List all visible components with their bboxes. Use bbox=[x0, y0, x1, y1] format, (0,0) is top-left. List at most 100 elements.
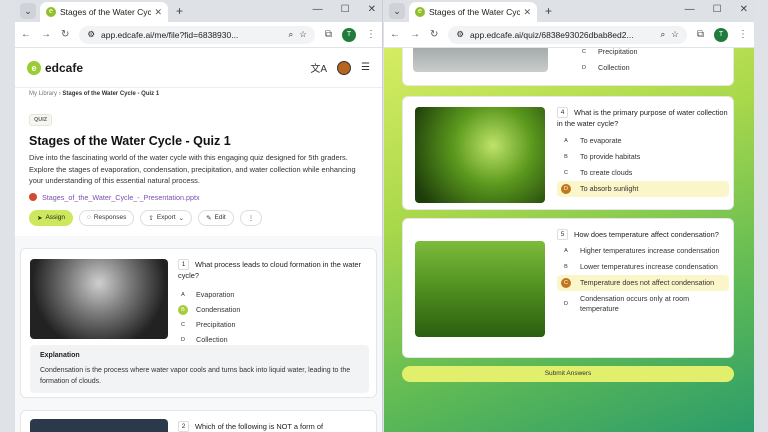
reload-icon[interactable]: ↻ bbox=[61, 29, 69, 40]
pencil-icon: ✎ bbox=[206, 214, 212, 222]
url-text: app.edcafe.ai/me/file?fid=6838930... bbox=[101, 29, 239, 40]
explanation-text: Condensation is the process where water … bbox=[40, 367, 351, 385]
page-title: Stages of the Water Cycle - Quiz 1 bbox=[29, 134, 231, 148]
browser-tab[interactable]: e Stages of the Water Cycle - Quiz ✕ bbox=[409, 2, 537, 22]
option-c[interactable]: C Precipitation bbox=[178, 317, 373, 332]
new-tab-icon[interactable]: + bbox=[176, 4, 183, 18]
search-icon[interactable]: ⌕ bbox=[660, 29, 665, 40]
minimize-icon[interactable]: — bbox=[685, 4, 695, 15]
submit-answers-button[interactable]: Submit Answers bbox=[402, 366, 734, 382]
address-bar: ← → ↻ ⚙ app.edcafe.ai/me/file?fid=683893… bbox=[15, 22, 382, 48]
edit-button[interactable]: ✎ Edit bbox=[198, 209, 234, 226]
option-a[interactable]: A Evaporation bbox=[178, 287, 373, 302]
explanation-title: Explanation bbox=[40, 352, 80, 359]
tab-search-button[interactable]: ⌄ bbox=[389, 3, 405, 19]
bookmark-star-icon[interactable]: ☆ bbox=[299, 29, 307, 40]
tab-title: Stages of the Water Cycle - Quiz bbox=[429, 7, 521, 17]
question-3-photo bbox=[413, 48, 548, 72]
url-field[interactable]: ⚙ app.edcafe.ai/quiz/6838e93026dbab8ed2.… bbox=[448, 25, 687, 44]
options-list: A Evaporation B Condensation C Precipitatio… bbox=[178, 287, 373, 347]
option-d[interactable]: D Condensation occurs only at room temper… bbox=[557, 291, 729, 317]
pptx-icon bbox=[29, 193, 37, 201]
question-card-4: 4 What is the primary purpose of water co… bbox=[402, 96, 734, 210]
question-number: 1 bbox=[178, 259, 189, 270]
edcafe-logo[interactable]: e edcafe bbox=[27, 60, 84, 75]
options-list: A Higher temperatures increase condensati… bbox=[557, 243, 729, 317]
chevron-down-icon: ⌄ bbox=[178, 214, 185, 222]
close-window-icon[interactable]: ✕ bbox=[740, 4, 748, 15]
option-b[interactable]: B Condensation bbox=[178, 302, 373, 317]
tab-bar: ⌄ e Stages of the Water Cycle - Quiz ✕ +… bbox=[384, 0, 754, 22]
logo-mark-icon: e bbox=[27, 60, 41, 75]
option-d[interactable]: D To absorb sunlight bbox=[557, 181, 729, 197]
maximize-icon[interactable]: ☐ bbox=[713, 4, 722, 15]
question-card-3: C Precipitation D Collection bbox=[402, 48, 734, 86]
tab-title: Stages of the Water Cycle - Quiz bbox=[60, 7, 152, 17]
attached-file[interactable]: Stages_of_the_Water_Cycle_-_Presentation… bbox=[29, 193, 368, 202]
assign-button[interactable]: ➤ Assign bbox=[29, 209, 73, 226]
back-icon[interactable]: ← bbox=[390, 29, 400, 40]
url-field[interactable]: ⚙ app.edcafe.ai/me/file?fid=6838930... ⌕… bbox=[79, 25, 315, 44]
option-a[interactable]: A Higher temperatures increase condensati… bbox=[557, 243, 729, 259]
new-tab-icon[interactable]: + bbox=[545, 4, 552, 18]
browser-tab[interactable]: e Stages of the Water Cycle - Quiz ✕ bbox=[40, 2, 168, 22]
close-window-icon[interactable]: ✕ bbox=[368, 4, 376, 15]
explanation-box: Explanation Condensation is the process … bbox=[30, 345, 369, 393]
option-d[interactable]: D Collection bbox=[575, 60, 725, 76]
window-controls: — ☐ ✕ bbox=[685, 4, 748, 15]
option-c[interactable]: C To create clouds bbox=[557, 165, 729, 181]
option-a[interactable]: A To evaporate bbox=[557, 133, 729, 149]
reload-icon[interactable]: ↻ bbox=[430, 29, 438, 40]
maximize-icon[interactable]: ☐ bbox=[341, 4, 350, 15]
chat-icon: ◌ bbox=[86, 214, 91, 221]
close-tab-icon[interactable]: ✕ bbox=[523, 7, 531, 18]
hamburger-menu-icon[interactable]: ☰ bbox=[361, 62, 370, 73]
question-card-5: 5 How does temperature affect condensatio… bbox=[402, 218, 734, 358]
menu-dots-icon[interactable]: ⋮ bbox=[738, 29, 748, 40]
bookmark-star-icon[interactable]: ☆ bbox=[671, 29, 679, 40]
breadcrumb: My Library › Stages of the Water Cycle -… bbox=[15, 88, 382, 100]
profile-avatar[interactable]: T bbox=[342, 27, 356, 42]
question-number: 2 bbox=[178, 421, 189, 432]
extensions-icon[interactable]: ⧉ bbox=[697, 29, 704, 40]
user-avatar[interactable] bbox=[337, 60, 352, 75]
question-text: What process leads to cloud formation in… bbox=[178, 260, 361, 280]
forward-icon[interactable]: → bbox=[41, 29, 51, 40]
minimize-icon[interactable]: — bbox=[313, 4, 323, 15]
file-name: Stages_of_the_Water_Cycle_-_Presentation… bbox=[42, 192, 200, 202]
extensions-icon[interactable]: ⧉ bbox=[325, 29, 332, 40]
site-info-icon[interactable]: ⚙ bbox=[456, 29, 464, 40]
breadcrumb-root[interactable]: My Library bbox=[29, 91, 57, 97]
address-bar: ← → ↻ ⚙ app.edcafe.ai/quiz/6838e93026dba… bbox=[384, 22, 754, 48]
tab-search-button[interactable]: ⌄ bbox=[20, 3, 36, 19]
grass-dew-photo bbox=[415, 241, 545, 337]
option-b[interactable]: B To provide habitats bbox=[557, 149, 729, 165]
quiz-page: C Precipitation D Collection 4 What is the … bbox=[384, 48, 754, 432]
option-c[interactable]: C Temperature does not affect condensatio… bbox=[557, 275, 729, 291]
question-text: Which of the following is NOT a form of bbox=[195, 422, 324, 431]
site-info-icon[interactable]: ⚙ bbox=[87, 29, 95, 40]
left-browser-window: ⌄ e Stages of the Water Cycle - Quiz ✕ +… bbox=[15, 0, 383, 432]
question-card-1: 1 What process leads to cloud formation i… bbox=[20, 248, 377, 398]
export-button[interactable]: ⇪ Export ⌄ bbox=[140, 209, 193, 226]
search-icon[interactable]: ⌕ bbox=[288, 29, 293, 40]
leaf-droplets-photo bbox=[415, 107, 545, 203]
option-c[interactable]: C Precipitation bbox=[575, 48, 725, 60]
forward-icon[interactable]: → bbox=[410, 29, 420, 40]
tab-bar: ⌄ e Stages of the Water Cycle - Quiz ✕ +… bbox=[15, 0, 382, 22]
url-text: app.edcafe.ai/quiz/6838e93026dbab8ed2... bbox=[470, 29, 634, 40]
close-tab-icon[interactable]: ✕ bbox=[154, 7, 162, 18]
logo-text: edcafe bbox=[45, 60, 84, 75]
translate-icon[interactable]: 文A bbox=[310, 60, 327, 75]
option-b[interactable]: B Lower temperatures increase condensatio… bbox=[557, 259, 729, 275]
responses-button[interactable]: ◌ Responses bbox=[78, 209, 135, 226]
question-number: 4 bbox=[557, 107, 568, 118]
profile-avatar[interactable]: T bbox=[714, 27, 728, 42]
more-options-button[interactable]: ⋮ bbox=[239, 209, 263, 226]
back-icon[interactable]: ← bbox=[21, 29, 31, 40]
question-text: What is the primary purpose of water col… bbox=[557, 108, 728, 128]
question-2-photo bbox=[30, 419, 168, 432]
window-controls: — ☐ ✕ bbox=[313, 4, 376, 15]
send-icon: ➤ bbox=[37, 214, 43, 222]
menu-dots-icon[interactable]: ⋮ bbox=[366, 29, 376, 40]
